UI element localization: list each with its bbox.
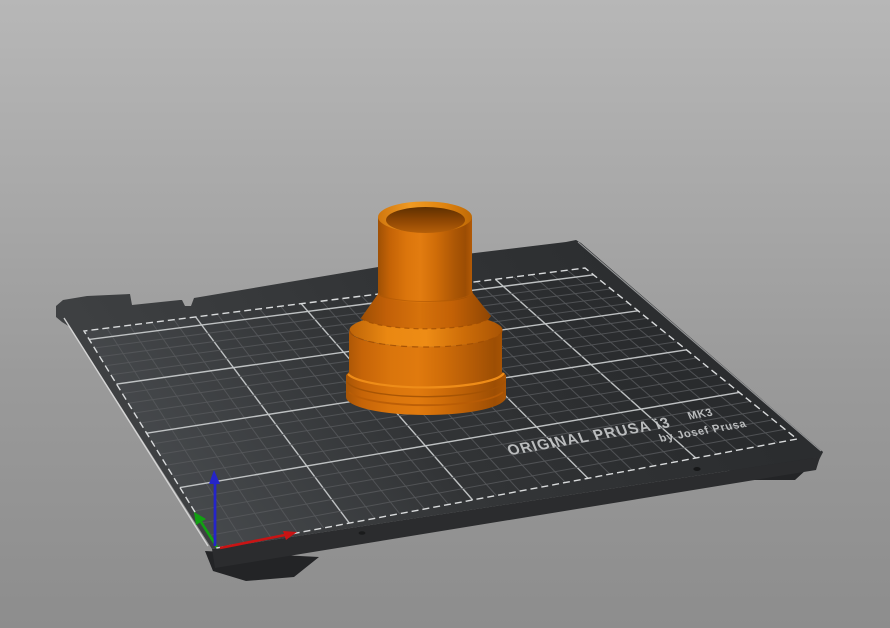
scene-canvas: ORIGINAL PRUSA i3 MK3 by Josef Prusa bbox=[0, 0, 890, 628]
viewport-3d[interactable]: ORIGINAL PRUSA i3 MK3 by Josef Prusa bbox=[0, 0, 890, 628]
bed-screw-hole-left bbox=[359, 531, 366, 535]
bed-screw-hole-right bbox=[693, 467, 700, 471]
model-top-hole bbox=[386, 207, 465, 233]
model-funnel-adapter[interactable] bbox=[346, 202, 506, 416]
